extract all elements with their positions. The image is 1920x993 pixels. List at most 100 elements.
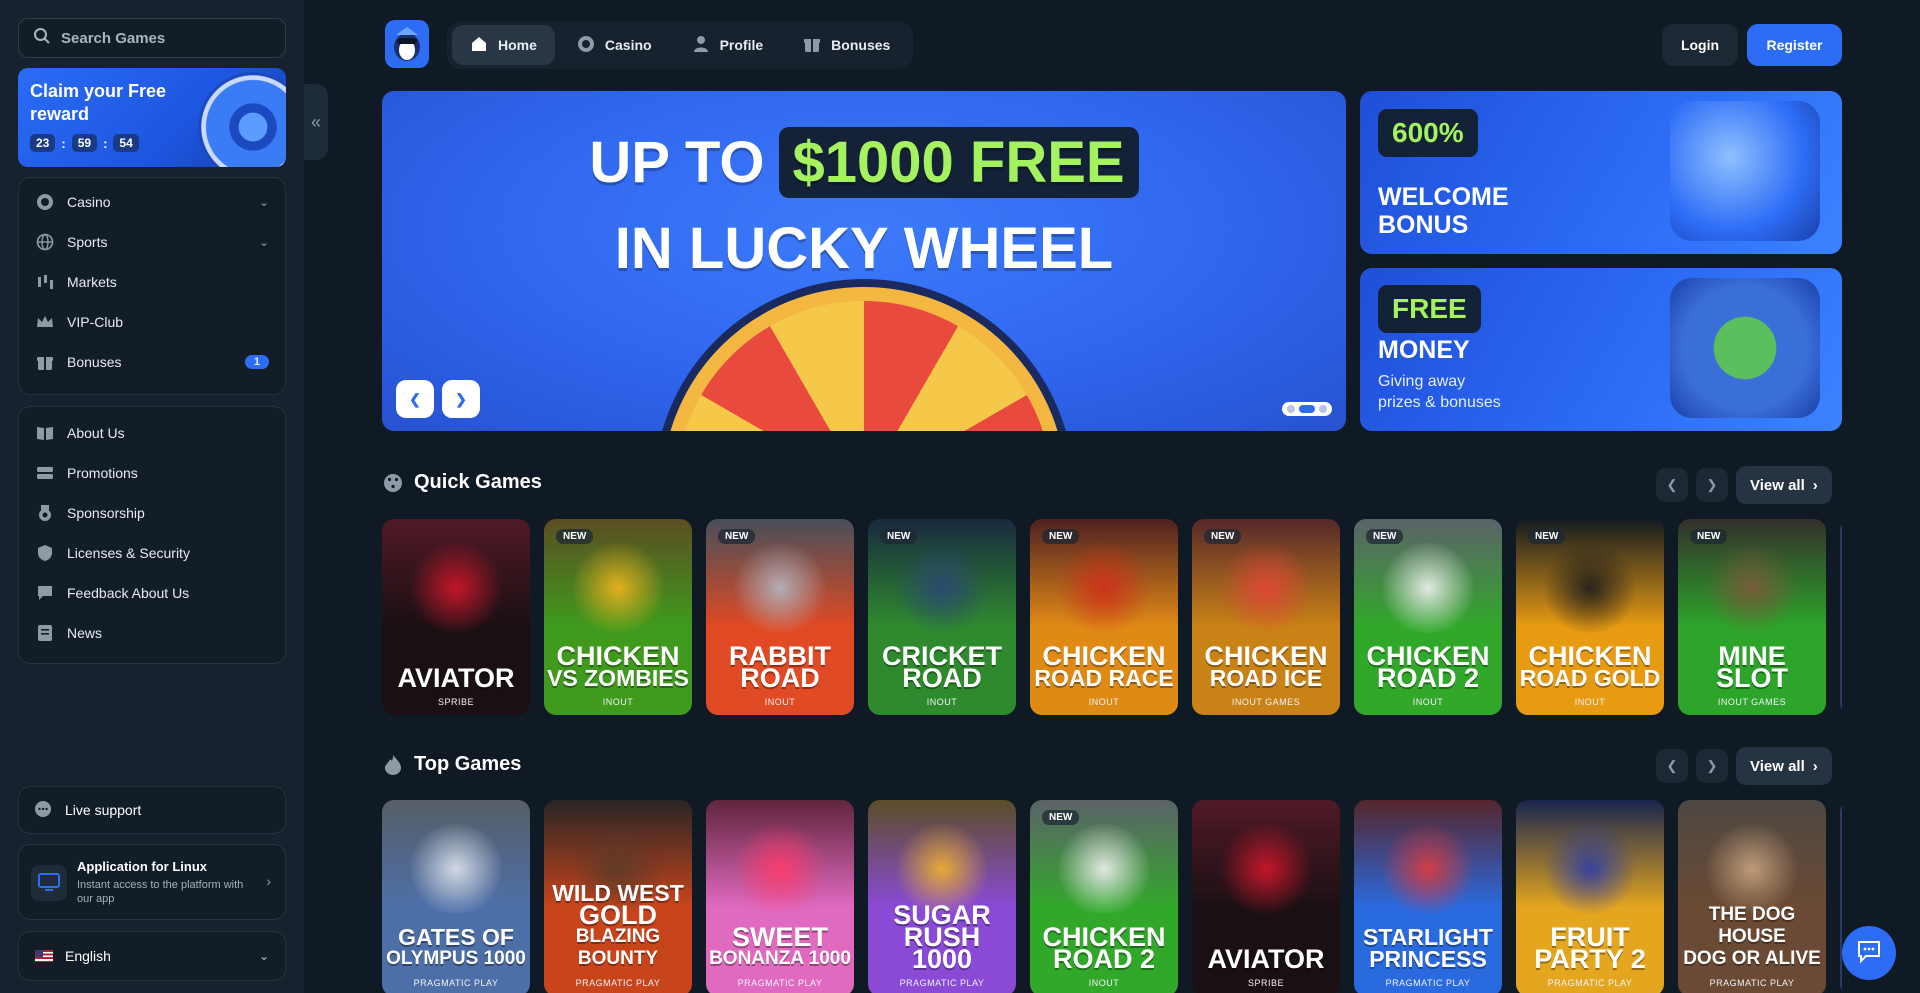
game-provider: INOUT [1088, 697, 1120, 707]
game-title-line: GOLD [579, 900, 657, 930]
tab-label: Bonuses [831, 37, 891, 53]
game-title: CRICKET ROAD [868, 643, 1016, 692]
tab-profile[interactable]: Profile [674, 25, 782, 65]
hero-headline-line2: IN LUCKY WHEEL [614, 216, 1114, 281]
sidebar-item-label: Promotions [67, 465, 138, 481]
game-provider: PRAGMATIC PLAY [899, 978, 985, 988]
game-card[interactable]: NEW CRICKET ROAD INOUT [868, 519, 1016, 715]
game-card[interactable]: AVIATOR SPRIBE [1192, 800, 1340, 993]
game-card[interactable]: SWEET BONANZA 1000 PRAGMATIC PLAY [706, 800, 854, 993]
scroll-left-button[interactable]: ❮ [1656, 749, 1688, 783]
game-card[interactable]: GATES OF OLYMPUS 1000 PRAGMATIC PLAY [382, 800, 530, 993]
welcome-bonus-banner[interactable]: 600% WELCOME BONUS [1360, 91, 1842, 254]
game-card[interactable]: NEW RABBIT ROAD INOUT [706, 519, 854, 715]
login-button[interactable]: Login [1662, 24, 1738, 66]
game-card[interactable]: NEW CHICKEN ROAD ICE INOUT GAMES [1192, 519, 1340, 715]
top-navigation: Home Casino Profile Bonuses [447, 21, 914, 69]
game-card[interactable]: SUGAR RUSH 1000 PRAGMATIC PLAY [868, 800, 1016, 993]
sidebar-item-about-us[interactable]: About Us [19, 413, 285, 453]
carousel-dot[interactable] [1287, 405, 1295, 413]
game-card[interactable]: WILD WEST GOLD BLAZING BOUNTY PRAGMATIC PLA… [544, 800, 692, 993]
sidebar-item-bonuses[interactable]: Bonuses 1 [19, 342, 285, 382]
game-card-partial[interactable] [1840, 519, 1842, 715]
penguin-logo-icon[interactable] [385, 20, 429, 68]
linux-app-card[interactable]: Application for Linux Instant access to … [18, 844, 286, 920]
view-all-button[interactable]: View all › [1736, 747, 1832, 785]
welcome-title-2: BONUS [1378, 211, 1469, 239]
top-games-heading: Top Games [382, 753, 521, 776]
sidebar-item-label: VIP-Club [67, 314, 124, 330]
carousel-dot-active[interactable] [1299, 405, 1315, 413]
game-card-partial[interactable] [1840, 800, 1842, 993]
sidebar-item-news[interactable]: News [19, 613, 285, 653]
game-provider: INOUT [1088, 978, 1120, 988]
game-card[interactable]: AVIATOR SPRIBE [382, 519, 530, 715]
game-artwork [406, 824, 506, 914]
game-provider: INOUT [1412, 697, 1444, 707]
game-title: CHICKEN ROAD 2 [1354, 643, 1502, 692]
game-card[interactable]: THE DOG HOUSE DOG OR ALIVE PRAGMATIC PLAY [1678, 800, 1826, 993]
chat-button[interactable] [1842, 926, 1896, 980]
live-support-button[interactable]: Live support [18, 786, 286, 834]
free-reward-card[interactable]: Claim your Free reward 23 : 59 : 54 [18, 68, 286, 167]
sidebar-item-sports[interactable]: Sports ⌄ [19, 222, 285, 262]
sidebar-item-vip-club[interactable]: VIP-Club [19, 302, 285, 342]
tab-label: Profile [719, 37, 764, 53]
game-title-line: THE DOG HOUSE [1708, 904, 1796, 947]
game-card[interactable]: NEW CHICKEN ROAD RACE INOUT [1030, 519, 1178, 715]
welcome-title-1: WELCOME [1378, 183, 1509, 211]
sidebar-item-licenses[interactable]: Licenses & Security [19, 533, 285, 573]
sidebar-item-label: Markets [67, 274, 117, 290]
scroll-right-button[interactable]: ❯ [1696, 749, 1728, 783]
feedback-icon [35, 583, 55, 603]
sidebar-item-sponsorship[interactable]: Sponsorship [19, 493, 285, 533]
info-menu: About Us Promotions Sponsorship Licenses… [18, 406, 286, 664]
carousel-dot[interactable] [1319, 405, 1327, 413]
carousel-prev-button[interactable]: ❮ [396, 380, 434, 418]
language-selector[interactable]: English ⌄ [18, 931, 286, 981]
game-card[interactable]: NEW MINE SLOT INOUT GAMES [1678, 519, 1826, 715]
carousel-next-button[interactable]: ❯ [442, 380, 480, 418]
game-title: SUGAR RUSH 1000 [868, 902, 1016, 973]
tab-bonuses[interactable]: Bonuses [785, 25, 908, 65]
reward-title: Claim your Free reward [30, 81, 167, 124]
sidebar-item-promotions[interactable]: Promotions [19, 453, 285, 493]
scroll-right-button[interactable]: ❯ [1696, 468, 1728, 502]
game-card[interactable]: STARLIGHT PRINCESS PRAGMATIC PLAY [1354, 800, 1502, 993]
sidebar-item-markets[interactable]: Markets [19, 262, 285, 302]
game-provider: INOUT GAMES [1717, 697, 1787, 707]
search-box[interactable] [18, 18, 286, 58]
search-icon [33, 27, 51, 50]
game-title-line: SLOT [1716, 663, 1788, 693]
new-badge: NEW [880, 529, 918, 544]
search-input[interactable] [61, 29, 261, 47]
chevron-down-icon[interactable]: ⌄ [259, 235, 269, 249]
register-button[interactable]: Register [1747, 24, 1842, 66]
chevron-down-icon[interactable]: ⌄ [259, 195, 269, 209]
sidebar-item-casino[interactable]: Casino ⌄ [19, 182, 285, 222]
game-card[interactable]: NEW CHICKEN ROAD 2 INOUT [1030, 800, 1178, 993]
sidebar-item-feedback[interactable]: Feedback About Us [19, 573, 285, 613]
quick-games-heading: Quick Games [382, 471, 542, 494]
game-card[interactable]: NEW CHICKEN ROAD 2 INOUT [1354, 519, 1502, 715]
tab-home[interactable]: Home [452, 25, 555, 65]
scroll-left-button[interactable]: ❮ [1656, 468, 1688, 502]
game-title-line: ROAD GOLD [1519, 665, 1661, 691]
chevron-right-icon: › [1812, 757, 1818, 775]
top-games-controls: ❮ ❯ View all › [1656, 747, 1832, 785]
game-provider: PRAGMATIC PLAY [737, 978, 823, 988]
hero-banner[interactable]: UP TO $1000 FREE IN LUCKY WHEEL ❮ ❯ [382, 91, 1346, 431]
view-all-label: View all [1750, 476, 1805, 494]
collapse-sidebar-button[interactable]: « [304, 84, 328, 160]
game-card[interactable]: NEW CHICKEN VS ZOMBIES INOUT [544, 519, 692, 715]
game-title: STARLIGHT PRINCESS [1354, 926, 1502, 971]
language-label: English [65, 948, 111, 964]
view-all-button[interactable]: View all › [1736, 466, 1832, 504]
tab-casino[interactable]: Casino [559, 25, 670, 65]
money-title: MONEY [1378, 336, 1470, 364]
app-subtitle: Instant access to the platform with our … [77, 879, 244, 905]
game-card[interactable]: NEW CHICKEN ROAD GOLD INOUT [1516, 519, 1664, 715]
game-title-line: PARTY 2 [1534, 944, 1646, 974]
game-card[interactable]: FRUIT PARTY 2 PRAGMATIC PLAY [1516, 800, 1664, 993]
free-money-banner[interactable]: FREE MONEY Giving away prizes & bonuses [1360, 268, 1842, 431]
